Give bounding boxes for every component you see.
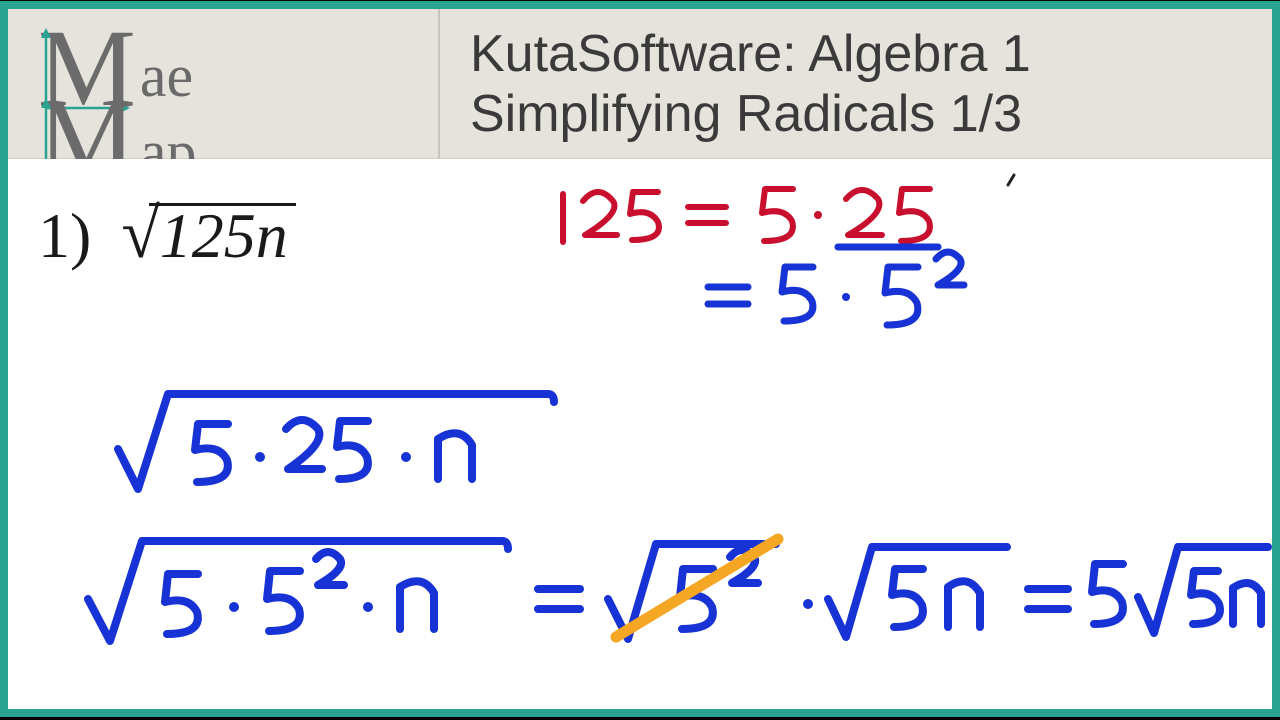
hw-factor-line2 xyxy=(708,252,964,325)
logo-area: M ae M xyxy=(8,9,438,158)
handwriting-overlay xyxy=(8,159,1272,709)
whiteboard: 1) √125n xyxy=(8,159,1272,709)
hw-step1 xyxy=(118,394,554,489)
hw-step2 xyxy=(88,541,1268,641)
maemap-logo: M ae M xyxy=(38,24,338,144)
title-line-1: KutaSoftware: Algebra 1 xyxy=(470,24,1252,84)
logo-ae: ae xyxy=(140,46,193,106)
hw-factor-line1 xyxy=(563,189,930,242)
cursor-tick xyxy=(1008,175,1014,185)
title-area: KutaSoftware: Algebra 1 Simplifying Radi… xyxy=(438,9,1272,158)
header: M ae M xyxy=(8,9,1272,159)
title-line-2: Simplifying Radicals 1/3 xyxy=(470,84,1252,144)
slide-frame: M ae M xyxy=(0,1,1280,717)
